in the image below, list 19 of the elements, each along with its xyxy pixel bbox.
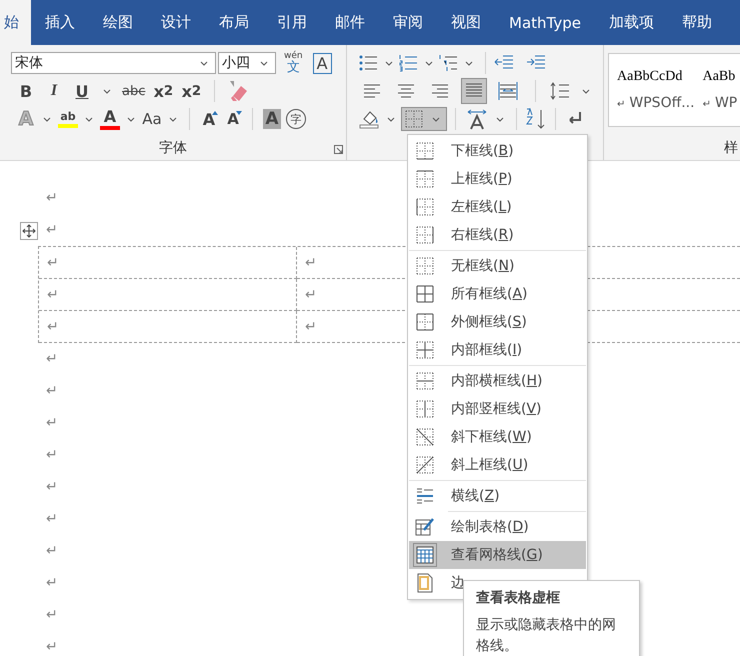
table-cell: ↵ [39,247,297,279]
paragraph-mark: ↵ [45,446,58,465]
tooltip-text: 显示或隐藏表格中的网格线。 [476,616,617,656]
paragraph-mark: ↵ [45,606,58,625]
table-cell: ↵ [39,311,297,343]
paragraph-mark: ↵ [45,510,58,529]
paragraph-mark: ↵ [45,574,58,593]
table-cell: ↵ [39,279,297,311]
paragraph-mark: ↵ [45,542,58,561]
group-label: 字体 [158,139,188,157]
paragraph-mark: ↵ [45,478,58,497]
group-label: 样 [724,139,738,157]
tooltip-title: 查看表格虚框 [476,589,561,607]
paragraph-mark: ↵ [45,350,58,369]
paragraph-mark: ↵ [45,638,58,656]
paragraph-mark: ↵ [45,221,58,240]
paragraph-mark: ↵ [45,414,58,433]
paragraph-mark: ↵ [45,189,58,208]
paragraph-mark: ↵ [45,382,58,401]
